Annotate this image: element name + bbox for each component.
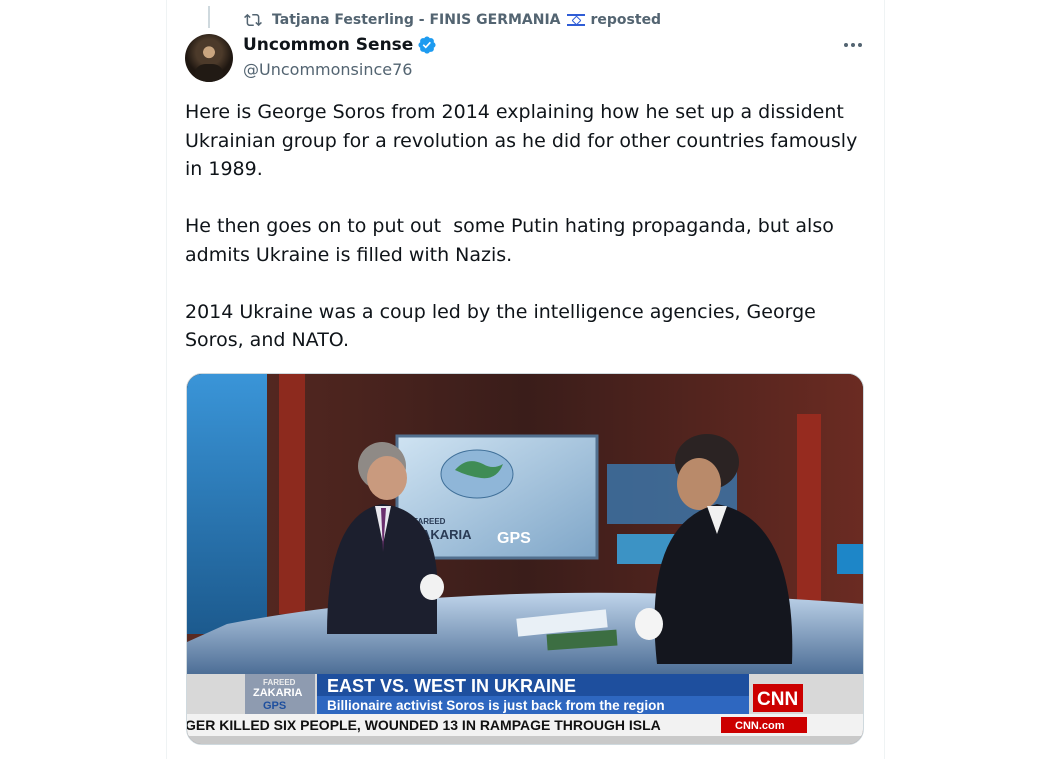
repost-user-name[interactable]: Tatjana Festerling - FINIS GERMANIA	[272, 12, 561, 28]
studio-window	[837, 544, 863, 574]
bottom-strip	[187, 736, 863, 744]
tweet-paragraph-2: He then goes on to put out some Putin ha…	[185, 215, 840, 266]
israel-flag-icon	[566, 14, 585, 26]
author-handle[interactable]: @Uncommonsince76	[243, 60, 412, 79]
studio-pillar	[279, 374, 305, 614]
video-player[interactable]: FAREED ZAKARIA GPS FAREED ZAKARIA GPS EA…	[186, 373, 864, 745]
repost-header[interactable]: Tatjana Festerling - FINIS GERMANIA repo…	[244, 10, 661, 30]
thread-connector-line	[208, 6, 210, 28]
more-icon	[844, 43, 862, 47]
studio-left-screen	[187, 374, 267, 634]
video-frame: FAREED ZAKARIA GPS FAREED ZAKARIA GPS EA…	[187, 374, 863, 744]
tweet-paragraph-3: 2014 Ukraine was a coup led by the intel…	[185, 300, 822, 352]
author-name-row[interactable]: Uncommon Sense	[243, 35, 437, 55]
video-ticker: GER KILLED SIX PEOPLE, WOUNDED 13 IN RAM…	[187, 717, 661, 733]
tweet-text: Here is George Soros from 2014 explainin…	[185, 98, 865, 355]
video-subheadline: Billionaire activist Soros is just back …	[327, 698, 665, 713]
show-bug-line1: FAREED	[263, 678, 296, 687]
show-bug-line3: GPS	[263, 700, 286, 712]
repost-label: reposted	[590, 12, 662, 28]
repost-icon	[244, 13, 262, 27]
tweet-paragraph-1: Here is George Soros from 2014 explainin…	[185, 101, 864, 180]
screen-logo-line3: GPS	[497, 530, 531, 547]
more-options-button[interactable]	[838, 34, 868, 56]
author-name[interactable]: Uncommon Sense	[243, 35, 413, 55]
verified-badge-icon	[418, 36, 436, 54]
ticker-logo-text: CNN.com	[735, 720, 785, 732]
show-bug-line2: ZAKARIA	[253, 687, 303, 699]
video-headline: EAST VS. WEST IN UKRAINE	[327, 676, 576, 696]
avatar[interactable]	[185, 34, 233, 82]
cnn-logo-text: CNN	[757, 689, 798, 710]
studio-pillar	[797, 414, 821, 614]
